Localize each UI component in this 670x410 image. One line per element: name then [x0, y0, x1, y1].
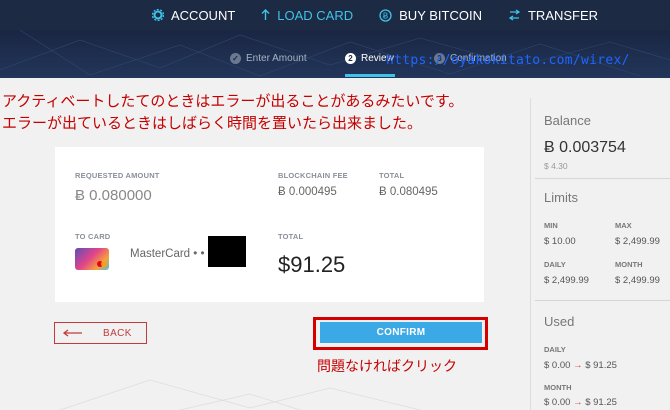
background-pattern	[59, 379, 421, 410]
used-daily-label: DAILY	[544, 345, 566, 354]
divider	[535, 300, 670, 301]
fee-value: Ƀ 0.000495	[278, 186, 337, 198]
limit-month-value: $ 2,499.99	[615, 275, 660, 286]
step-enter-amount: ✓ Enter Amount	[230, 53, 307, 64]
fee-label: BLOCKCHAIN FEE	[278, 171, 348, 180]
balance-btc: Ƀ 0.003754	[544, 139, 626, 156]
gear-icon	[152, 9, 164, 21]
used-month-label: MONTH	[544, 383, 572, 392]
used-daily-from: $ 0.00	[544, 360, 571, 371]
top-nav: ACCOUNT LOAD CARD Ƀ BUY BITCOIN TRANSFER	[0, 0, 670, 30]
back-button[interactable]: BACK	[54, 322, 147, 344]
arrow-right-icon: →	[573, 360, 583, 371]
limits-title: Limits	[544, 190, 578, 205]
total-value: $91.25	[278, 252, 346, 277]
limit-daily-value: $ 2,499.99	[544, 275, 589, 286]
limit-min-value: $ 10.00	[544, 236, 576, 247]
limit-max-value: $ 2,499.99	[615, 236, 660, 247]
limit-month-label: MONTH	[615, 260, 643, 269]
total-btc-label: TOTAL	[379, 171, 405, 180]
redacted-card-number	[208, 236, 246, 267]
used-month-from: $ 0.00	[544, 397, 571, 408]
nav-transfer-label: TRANSFER	[527, 7, 599, 23]
nav-account-label: ACCOUNT	[171, 7, 236, 23]
bitcoin-icon: Ƀ	[379, 8, 392, 22]
used-month-value: $ 0.00 → $ 91.25	[544, 397, 617, 408]
divider	[535, 178, 670, 179]
back-button-label: BACK	[103, 327, 132, 339]
nav-transfer[interactable]: TRANSFER	[508, 8, 598, 23]
transfer-icon	[508, 9, 521, 21]
active-step-indicator	[345, 74, 395, 77]
requested-amount-label: REQUESTED AMOUNT	[75, 171, 160, 180]
limit-daily-label: DAILY	[544, 260, 566, 269]
svg-text:Ƀ: Ƀ	[383, 11, 389, 20]
confirm-button[interactable]: CONFIRM	[320, 322, 482, 343]
to-card-label: TO CARD	[75, 232, 111, 241]
nav-load-card-label: LOAD CARD	[277, 7, 354, 23]
limit-max-label: MAX	[615, 221, 632, 230]
annotation-line-2: エラーが出ているときはしばらく時間を置いたら出来ました。	[2, 114, 423, 132]
arrow-up-icon	[261, 9, 270, 21]
card-image	[75, 248, 109, 270]
nav-account[interactable]: ACCOUNT	[152, 8, 235, 23]
mastercard-icon	[97, 261, 107, 268]
step-label: Enter Amount	[246, 53, 307, 64]
used-daily-value: $ 0.00 → $ 91.25	[544, 360, 617, 371]
check-icon: ✓	[230, 53, 241, 64]
arrow-right-icon: →	[573, 397, 583, 408]
overlay-url: https://oyakokitato.com/wirex/	[386, 53, 630, 68]
used-daily-to: $ 91.25	[585, 360, 617, 371]
nav-buy-bitcoin[interactable]: Ƀ BUY BITCOIN	[379, 8, 482, 23]
arrow-left-icon	[63, 329, 85, 337]
nav-buy-bitcoin-label: BUY BITCOIN	[399, 7, 482, 23]
total-label: TOTAL	[278, 232, 304, 241]
card-name: MasterCard • •	[130, 248, 205, 260]
used-title: Used	[544, 314, 575, 329]
limit-min-label: MIN	[544, 221, 558, 230]
step-number: 2	[345, 53, 356, 64]
nav-load-card[interactable]: LOAD CARD	[261, 8, 353, 23]
annotation-line-1: アクティベートしたてのときはエラーが出ることがあるみたいです。	[2, 92, 464, 110]
sidebar-divider	[530, 98, 531, 410]
review-card: REQUESTED AMOUNT Ƀ 0.080000 BLOCKCHAIN F…	[55, 147, 484, 302]
used-month-to: $ 91.25	[585, 397, 617, 408]
requested-amount-value: Ƀ 0.080000	[75, 187, 152, 204]
annotation-note: アクティベートしたてのときはエラーが出ることがあるみたいです。 エラーが出ている…	[2, 90, 463, 134]
balance-title: Balance	[544, 113, 591, 128]
balance-usd: $ 4.30	[544, 161, 568, 171]
total-btc-value: Ƀ 0.080495	[379, 186, 438, 198]
